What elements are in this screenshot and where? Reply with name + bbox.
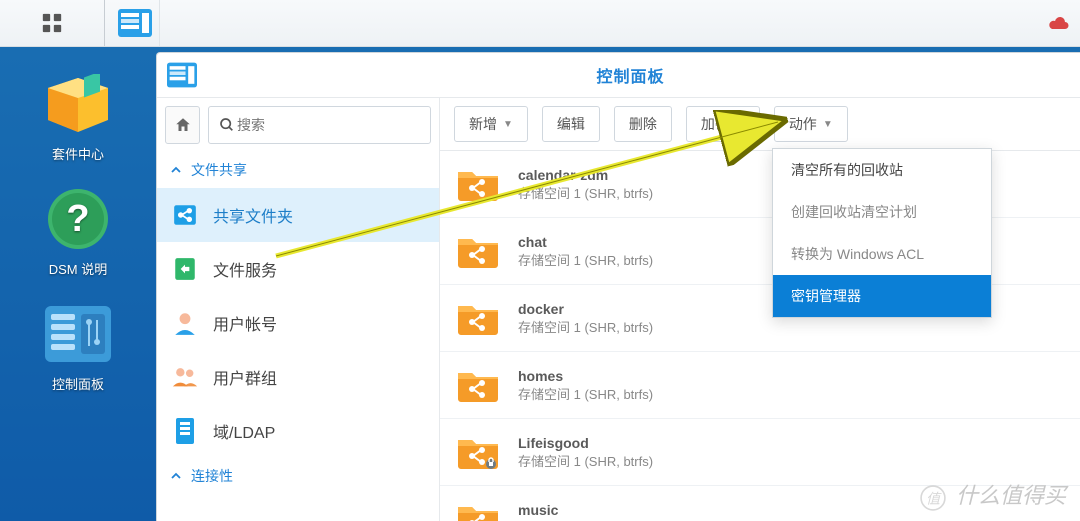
- sidebar-item-label: 域/LDAP: [213, 419, 275, 443]
- caret-down-icon: ▼: [735, 119, 745, 130]
- search-icon: [219, 117, 235, 133]
- folder-name: calendar-zdm: [518, 167, 653, 183]
- file-services-icon: [171, 255, 199, 283]
- dashboard-button[interactable]: [0, 0, 105, 46]
- sidebar-item-domain-ldap[interactable]: 域/LDAP: [157, 404, 439, 458]
- menu-item-empty-recycle[interactable]: 清空所有的回收站: [773, 149, 991, 191]
- taskbar-filestation-button[interactable]: [111, 0, 160, 46]
- sidebar-group-connectivity[interactable]: 连接性: [157, 458, 439, 494]
- menu-item-recycle-schedule[interactable]: 创建回收站清空计划: [773, 191, 991, 233]
- sidebar-item-group[interactable]: 用户群组: [157, 350, 439, 404]
- window-app-icon: [167, 62, 197, 88]
- folder-name: music: [518, 502, 653, 518]
- help-icon: ?: [44, 185, 112, 253]
- share-folder-icon: [456, 501, 500, 521]
- svg-text:值: 值: [926, 491, 942, 507]
- folder-meta: 存储空间 1 (SHR, btrfs): [518, 250, 653, 269]
- dashboard-icon: [41, 12, 63, 34]
- user-icon: [171, 309, 199, 337]
- folder-row[interactable]: Lifeisgood存储空间 1 (SHR, btrfs): [440, 419, 1080, 486]
- control-panel-icon: [44, 300, 112, 368]
- sidebar-item-shared-folder[interactable]: 共享文件夹: [157, 188, 439, 242]
- folder-meta: 存储空间 1 (SHR, btrfs): [518, 384, 653, 403]
- delete-button[interactable]: 删除: [614, 106, 672, 142]
- sidebar-item-user[interactable]: 用户帐号: [157, 296, 439, 350]
- sidebar-group-label: 连接性: [191, 466, 233, 486]
- desktop: 套件中心 ? DSM 说明 控制面板: [0, 70, 156, 393]
- share-folder-icon: [456, 233, 500, 269]
- search-field[interactable]: [235, 116, 420, 134]
- group-icon: [171, 363, 199, 391]
- sidebar-item-label: 文件服务: [213, 257, 277, 281]
- sidebar-item-label: 用户帐号: [213, 311, 277, 335]
- search-input[interactable]: [208, 106, 431, 144]
- desktop-icon-dsm-help[interactable]: ? DSM 说明: [44, 185, 112, 278]
- action-button[interactable]: 动作▼: [774, 106, 848, 142]
- control-panel-window: 控制面板 文件共享 共享文件夹: [156, 52, 1080, 521]
- sidebar-group-file-sharing[interactable]: 文件共享: [157, 152, 439, 188]
- watermark: 值 什么值得买: [920, 478, 1066, 511]
- folder-name: Lifeisgood: [518, 435, 653, 451]
- folder-meta: 存储空间 1 (SHR, btrfs): [518, 183, 653, 202]
- main-content: 新增▼ 编辑 删除 加密▼ 动作▼ calendar-zdm存储空间 1 (SH…: [440, 98, 1080, 521]
- share-folder-icon: [456, 300, 500, 336]
- watermark-icon: 值: [920, 485, 946, 511]
- chevron-up-icon: [171, 471, 181, 481]
- share-folder-icon: [456, 166, 500, 202]
- caret-down-icon: ▼: [823, 119, 833, 130]
- folder-meta: 存储空间 1 (SHR, btrfs): [518, 451, 653, 470]
- package-center-icon: [44, 70, 112, 138]
- window-header: 控制面板: [157, 53, 1080, 98]
- home-icon: [174, 116, 192, 134]
- toolbar: 新增▼ 编辑 删除 加密▼ 动作▼: [440, 98, 1080, 151]
- folder-name: chat: [518, 234, 653, 250]
- menu-item-key-manager[interactable]: 密钥管理器: [773, 275, 991, 317]
- desktop-icon-package-center[interactable]: 套件中心: [44, 70, 112, 163]
- edit-button[interactable]: 编辑: [542, 106, 600, 142]
- share-folder-icon: [456, 434, 500, 470]
- folder-meta: 存储空间 1 (SHR, btrfs): [518, 518, 653, 521]
- taskbar: [0, 0, 1080, 47]
- ldap-icon: [171, 417, 199, 445]
- desktop-label: 控制面板: [52, 374, 104, 393]
- create-button[interactable]: 新增▼: [454, 106, 528, 142]
- window-title: 控制面板: [197, 63, 1064, 87]
- action-dropdown-menu: 清空所有的回收站 创建回收站清空计划 转换为 Windows ACL 密钥管理器: [772, 148, 992, 318]
- sidebar-item-file-services[interactable]: 文件服务: [157, 242, 439, 296]
- filestation-icon: [118, 9, 152, 37]
- notification-cloud-icon[interactable]: [1048, 16, 1070, 32]
- folder-row[interactable]: homes存储空间 1 (SHR, btrfs): [440, 352, 1080, 419]
- menu-item-convert-acl[interactable]: 转换为 Windows ACL: [773, 233, 991, 275]
- desktop-icon-control-panel[interactable]: 控制面板: [44, 300, 112, 393]
- home-button[interactable]: [165, 106, 200, 144]
- desktop-label: DSM 说明: [49, 259, 108, 278]
- share-folder-icon: [456, 367, 500, 403]
- sidebar-item-label: 用户群组: [213, 365, 277, 389]
- chevron-up-icon: [171, 165, 181, 175]
- folder-name: docker: [518, 301, 653, 317]
- sidebar: 文件共享 共享文件夹 文件服务 用户帐号 用户群组 域/LDAP: [157, 98, 440, 521]
- svg-text:?: ?: [66, 198, 89, 240]
- caret-down-icon: ▼: [503, 119, 513, 130]
- folder-name: homes: [518, 368, 653, 384]
- sidebar-item-label: 共享文件夹: [213, 203, 293, 227]
- folder-meta: 存储空间 1 (SHR, btrfs): [518, 317, 653, 336]
- sidebar-group-label: 文件共享: [191, 160, 247, 180]
- encrypt-button[interactable]: 加密▼: [686, 106, 760, 142]
- shared-folder-icon: [171, 201, 199, 229]
- desktop-label: 套件中心: [52, 144, 104, 163]
